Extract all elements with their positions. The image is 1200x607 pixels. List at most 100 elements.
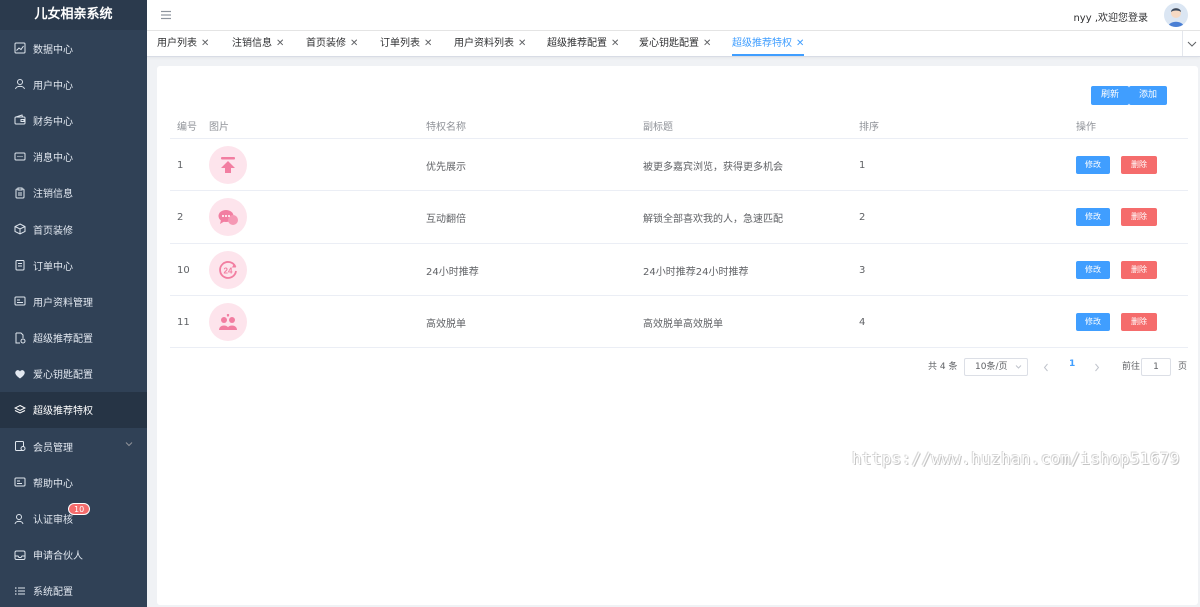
close-icon[interactable]: ✕ — [276, 38, 284, 49]
column-header-actions: 操作 — [1076, 122, 1096, 133]
top-header: nyy ,欢迎您登录 — [147, 0, 1200, 31]
cell-id: 10 — [177, 264, 190, 276]
avatar[interactable] — [1164, 3, 1188, 27]
sidebar-item-home-decor[interactable]: 首页装修 — [0, 211, 147, 247]
sidebar-item-data-center[interactable]: 数据中心 — [0, 30, 147, 66]
sidebar-item-finance[interactable]: 财务中心 — [0, 102, 147, 138]
column-header-image: 图片 — [209, 122, 229, 133]
sidebar-item-messages[interactable]: 消息中心 — [0, 139, 147, 175]
cell-id: 2 — [177, 211, 184, 223]
tab-label: 用户资料列表 — [454, 38, 514, 49]
sidebar-item-apply-partner[interactable]: 申请合伙人 — [0, 537, 147, 573]
sidebar-item-super-recommend-config[interactable]: 超级推荐配置 — [0, 320, 147, 356]
tab-love-key-config[interactable]: 爱心钥匙配置 ✕ — [639, 31, 711, 56]
clipboard-icon — [14, 187, 26, 199]
tab-user-profile-list[interactable]: 用户资料列表 ✕ — [454, 31, 526, 56]
close-icon[interactable]: ✕ — [350, 38, 358, 49]
column-header-sort: 排序 — [859, 122, 879, 133]
sidebar-item-label: 会员管理 — [33, 442, 73, 454]
edit-button[interactable]: 修改 — [1076, 261, 1110, 279]
tab-home-decor[interactable]: 首页装修 ✕ — [306, 31, 358, 56]
cell-sort: 4 — [859, 316, 866, 328]
sidebar-item-system-config[interactable]: 系统配置 — [0, 573, 147, 607]
tab-label: 注销信息 — [232, 38, 272, 49]
close-icon[interactable]: ✕ — [703, 38, 711, 49]
delete-button[interactable]: 删除 — [1121, 208, 1157, 226]
sidebar-item-help-center[interactable]: 帮助中心 — [0, 464, 147, 500]
close-icon[interactable]: ✕ — [424, 38, 432, 49]
delete-button[interactable]: 删除 — [1121, 313, 1157, 331]
cell-subtitle: 被更多嘉宾浏览，获得更多机会 — [643, 161, 783, 173]
cell-image — [209, 191, 247, 243]
goto-page-input[interactable]: 1 — [1141, 358, 1171, 376]
tab-order-list[interactable]: 订单列表 ✕ — [380, 31, 432, 56]
cell-name: 24小时推荐 — [426, 266, 479, 278]
tab-cancellation-info[interactable]: 注销信息 ✕ — [232, 31, 284, 56]
tab-super-recommend-config[interactable]: 超级推荐配置 ✕ — [547, 31, 619, 56]
sidebar-item-super-recommend-privilege[interactable]: 超级推荐特权 — [0, 391, 147, 429]
edit-button[interactable]: 修改 — [1076, 313, 1110, 331]
sidebar-item-user-center[interactable]: 用户中心 — [0, 66, 147, 102]
page-unit-label: 页 — [1178, 362, 1188, 372]
watermark: https://www.huzhan.com/ishop51679 — [852, 449, 1180, 468]
sidebar-item-orders[interactable]: 订单中心 — [0, 247, 147, 283]
cell-id: 11 — [177, 316, 190, 328]
cell-subtitle: 解锁全部喜欢我的人，急速匹配 — [643, 213, 783, 225]
goto-label: 前往 — [1122, 362, 1141, 372]
page-size-select[interactable]: 10条/页 — [964, 358, 1028, 376]
sidebar-item-love-key-config[interactable]: 爱心钥匙配置 — [0, 356, 147, 392]
next-page-icon[interactable] — [1094, 363, 1100, 372]
close-icon[interactable]: ✕ — [201, 38, 209, 49]
help-card-icon — [14, 476, 26, 488]
cell-name: 互动翻倍 — [426, 213, 466, 225]
review-count-badge: 10 — [68, 503, 91, 516]
table-row: 10 24 24小时推荐 24小时推荐24小时推荐 3 修改 删除 — [170, 243, 1188, 296]
chat-bubble-icon — [209, 198, 247, 236]
profile-card-icon — [14, 295, 26, 307]
order-icon — [14, 259, 26, 271]
tabs-dropdown[interactable] — [1182, 31, 1200, 56]
sidebar-item-label: 消息中心 — [33, 153, 73, 165]
close-icon[interactable]: ✕ — [796, 38, 804, 49]
cell-subtitle: 24小时推荐24小时推荐 — [643, 266, 749, 278]
sidebar-item-member-management[interactable]: 会员管理 — [0, 428, 147, 464]
sidebar-item-cancellation[interactable]: 注销信息 — [0, 175, 147, 211]
tab-label: 订单列表 — [380, 38, 420, 49]
verify-user-icon — [14, 513, 26, 525]
edit-button[interactable]: 修改 — [1076, 208, 1110, 226]
cell-sort: 2 — [859, 211, 866, 223]
svg-text:24: 24 — [224, 267, 233, 276]
page-number-current[interactable]: 1 — [1069, 359, 1075, 369]
sidebar-item-label: 用户资料管理 — [33, 297, 93, 309]
clock-24-icon: 24 — [209, 251, 247, 289]
close-icon[interactable]: ✕ — [518, 38, 526, 49]
hamburger-icon[interactable] — [159, 9, 173, 21]
sidebar-item-verification-review[interactable]: 认证审核 10 — [0, 500, 147, 536]
cell-name: 优先展示 — [426, 161, 466, 173]
sidebar-item-user-profile[interactable]: 用户资料管理 — [0, 283, 147, 319]
welcome-text: nyy ,欢迎您登录 — [1073, 13, 1148, 24]
table-row: 2 互动翻倍 解锁全部喜欢我的人，急速匹配 2 修改 删除 — [170, 190, 1188, 243]
sidebar-item-label: 爱心钥匙配置 — [33, 370, 93, 382]
cell-image — [209, 139, 247, 191]
sidebar-item-label: 注销信息 — [33, 189, 73, 201]
doc-gear-icon — [14, 332, 26, 344]
edit-button[interactable]: 修改 — [1076, 156, 1110, 174]
tab-super-recommend-privilege[interactable]: 超级推荐特权 ✕ — [732, 31, 805, 56]
delete-button[interactable]: 删除 — [1121, 156, 1157, 174]
close-icon[interactable]: ✕ — [611, 38, 619, 49]
sidebar-item-label: 首页装修 — [33, 225, 73, 237]
prev-page-icon[interactable] — [1043, 363, 1049, 372]
sidebar-item-label: 数据中心 — [33, 44, 73, 56]
cube-icon — [14, 223, 26, 235]
add-button[interactable]: 添加 — [1129, 86, 1168, 105]
tab-user-list[interactable]: 用户列表 ✕ — [157, 31, 209, 56]
chevron-down-icon — [1187, 41, 1196, 47]
chart-icon — [14, 42, 26, 54]
delete-button[interactable]: 删除 — [1121, 261, 1157, 279]
pagination-total: 共 4 条 — [928, 362, 958, 372]
sidebar-item-label: 财务中心 — [33, 116, 73, 128]
sidebar-item-label: 订单中心 — [33, 261, 73, 273]
refresh-button[interactable]: 刷新 — [1091, 86, 1130, 105]
sidebar-item-label: 超级推荐配置 — [33, 334, 93, 346]
